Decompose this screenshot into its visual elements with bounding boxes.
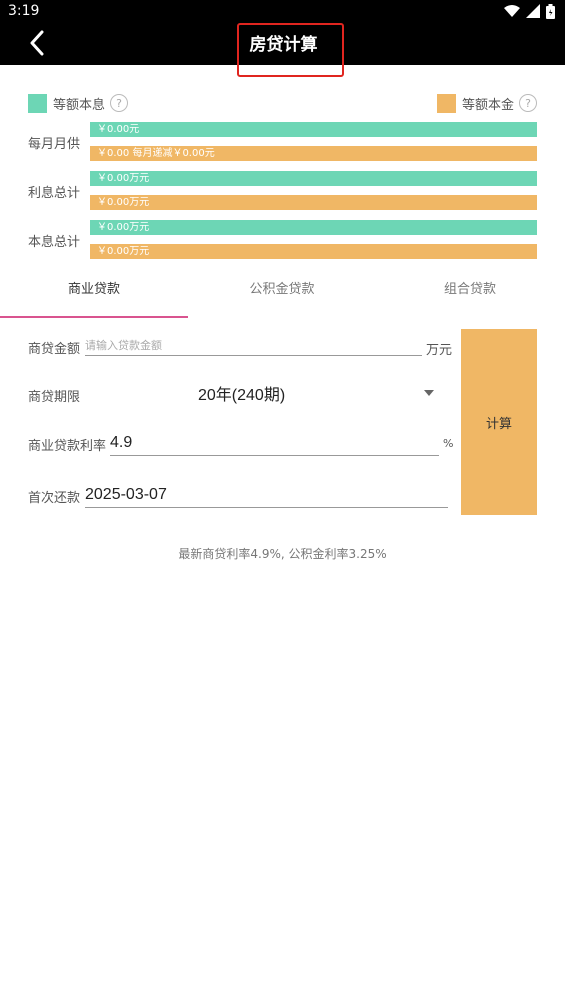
interest-equal-installment-bar: ￥0.00万元 [90,171,537,186]
back-arrow-icon [30,30,44,56]
active-tab-indicator [0,316,188,318]
monthly-equal-installment-bar: ￥0.00元 [90,122,537,137]
tab-provident-fund-loan[interactable]: 公积金贷款 [188,270,376,318]
help-icon[interactable]: ? [519,94,537,112]
equal-installment-swatch [28,93,47,113]
page-title: 房贷计算 [249,35,318,55]
legend-equal-principal: 等额本金 ? [436,93,537,113]
loan-type-tabs: 商业贷款 公积金贷款 组合贷款 [0,270,565,320]
back-button[interactable] [22,28,52,58]
total-equal-principal-bar: ￥0.00万元 [90,244,537,259]
loan-amount-input[interactable] [85,336,422,356]
calculate-button[interactable]: 计算 [461,329,537,515]
help-icon[interactable]: ? [110,94,129,112]
legend-label-equal-installment: 等额本息 [53,97,106,113]
tab-combined-loan[interactable]: 组合贷款 [376,270,564,318]
loan-amount-label: 商贷金额 [28,342,81,357]
latest-rate-note: 最新商贷利率4.9%, 公积金利率3.25% [178,547,387,561]
interest-rate-input[interactable] [110,431,439,456]
first-payment-label: 首次还款 [28,491,81,506]
battery-icon [546,3,555,19]
interest-equal-principal-bar: ￥0.00万元 [90,195,537,210]
monthly-payment-label: 每月月供 [28,137,81,152]
legend-label-equal-principal: 等额本金 [461,97,514,113]
equal-principal-swatch [436,93,456,113]
loan-term-select[interactable]: 20年(240期) [198,381,285,405]
interest-total-label: 利息总计 [28,186,81,201]
loan-term-label: 商贷期限 [28,390,81,405]
chevron-down-icon[interactable] [424,390,434,396]
loan-amount-unit: 万元 [426,343,453,358]
status-time: 3:19 [8,3,40,19]
interest-rate-label: 商业贷款利率 [28,439,107,454]
total-equal-installment-bar: ￥0.00万元 [90,220,537,235]
tab-commercial-loan[interactable]: 商业贷款 [0,270,188,318]
legend-equal-installment: 等额本息 ? [28,93,129,113]
monthly-equal-principal-bar: ￥0.00 每月递减￥0.00元 [90,146,537,161]
signal-icon [526,4,540,18]
status-icons [504,3,555,19]
wifi-icon [504,5,520,17]
first-payment-date-input[interactable] [85,482,448,508]
principal-interest-total-label: 本息总计 [28,235,81,250]
interest-rate-unit: % [443,437,454,450]
